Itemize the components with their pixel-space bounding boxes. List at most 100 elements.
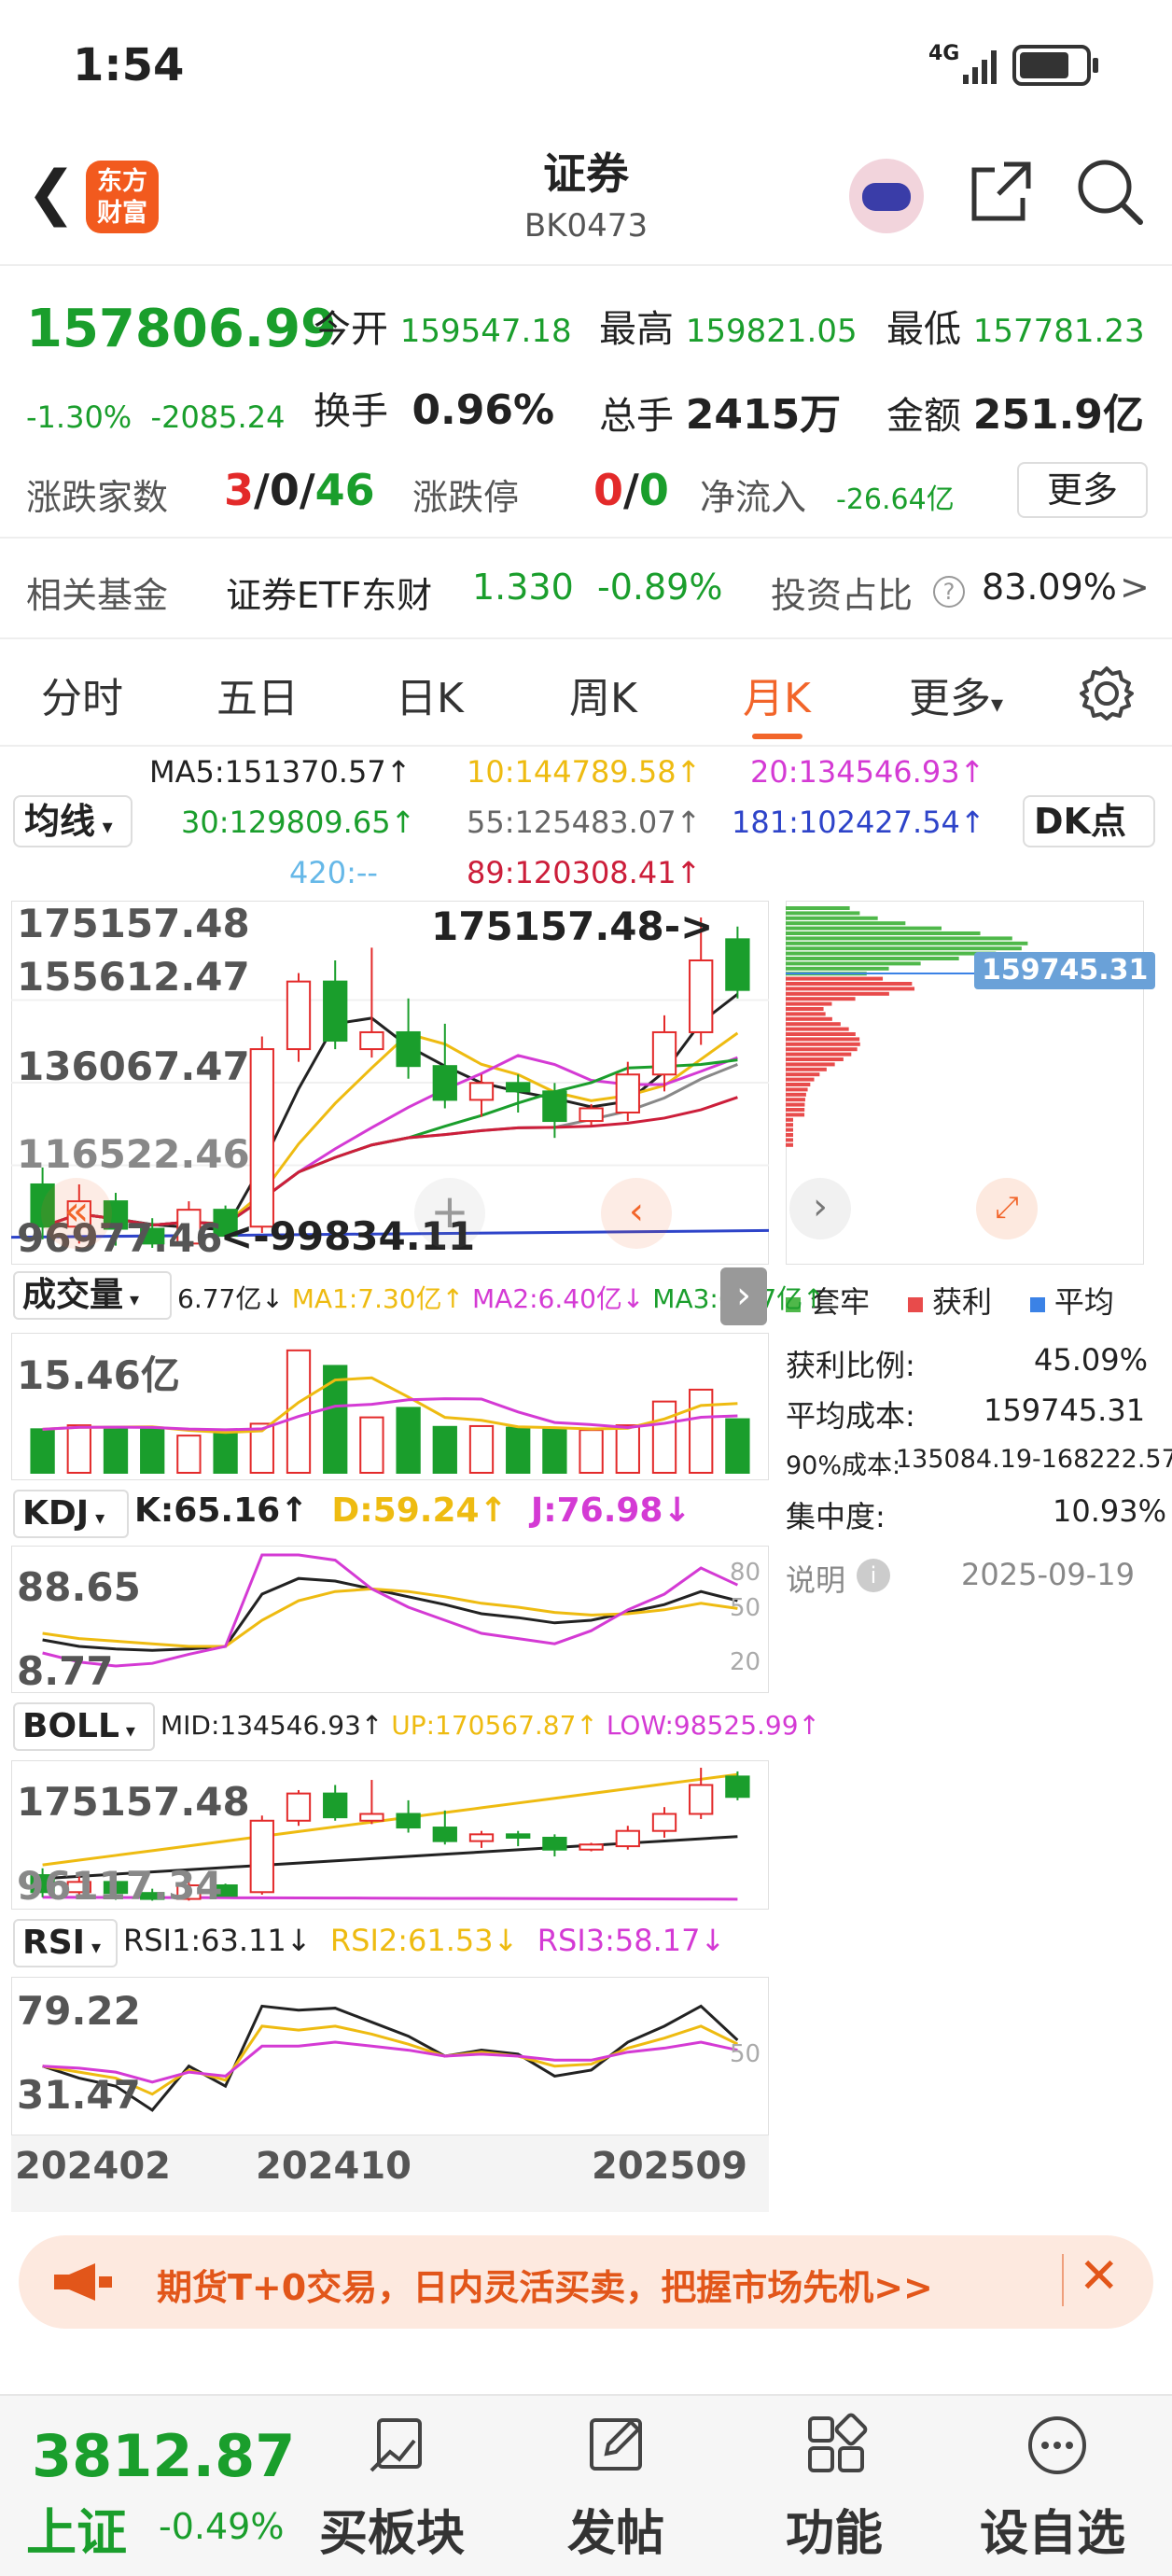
nav-buy-sector[interactable]: 买板块 bbox=[319, 2494, 465, 2564]
nav-post[interactable]: 发帖 bbox=[567, 2494, 664, 2564]
limit-values: 0/0 bbox=[593, 465, 669, 515]
zoom-out-icon[interactable]: ‹ bbox=[601, 1178, 672, 1249]
turnover-value: 0.96% bbox=[412, 386, 555, 434]
chip-bar bbox=[786, 1062, 835, 1067]
chip-bar bbox=[786, 1117, 793, 1122]
kdj-ref-20: 20 bbox=[730, 1648, 761, 1676]
info-icon[interactable]: i bbox=[857, 1559, 890, 1592]
close-icon[interactable]: ✕ bbox=[1079, 2248, 1120, 2304]
volume-selector[interactable]: 成交量 ▾ bbox=[13, 1271, 172, 1320]
ma55-value: 55:125483.07↑ bbox=[467, 805, 702, 840]
tab-daily-k[interactable]: 日K bbox=[396, 665, 464, 724]
boll-mid: MID:134546.93↑ bbox=[160, 1710, 384, 1741]
boll-y-bottom: 96117.34 bbox=[17, 1863, 223, 1909]
fund-price: 1.330 bbox=[472, 567, 574, 608]
expand-icon[interactable]: ⤢ bbox=[976, 1178, 1038, 1239]
index-name[interactable]: 上证 bbox=[26, 2491, 127, 2565]
current-price: 157806.99 bbox=[26, 299, 337, 359]
chip-bar bbox=[786, 1087, 808, 1092]
netflow-label: 净流入 bbox=[700, 477, 807, 518]
kline-y2: 155612.47 bbox=[17, 954, 250, 1000]
candle-body bbox=[725, 938, 750, 991]
fund-label: 相关基金 bbox=[26, 575, 169, 616]
share-icon[interactable] bbox=[969, 159, 1034, 224]
tab-weekly-k[interactable]: 周K bbox=[569, 665, 637, 724]
chip-bar bbox=[786, 982, 913, 986]
panel-toggle-icon[interactable]: › bbox=[720, 1267, 767, 1325]
volume-bar bbox=[103, 1425, 129, 1474]
boll-candle-body bbox=[432, 1827, 457, 1842]
crosshair-plus-icon[interactable]: + bbox=[414, 1178, 485, 1249]
high-label: 最高 bbox=[599, 308, 674, 351]
boll-selector[interactable]: BOLL ▾ bbox=[13, 1702, 155, 1751]
status-bar: 1:54 4G bbox=[0, 0, 1172, 131]
kdj-ref-50: 50 bbox=[730, 1594, 761, 1622]
volume-bar bbox=[66, 1424, 91, 1475]
boll-candle-body bbox=[359, 1813, 384, 1822]
related-fund-row[interactable]: 相关基金 证券ETF东财 1.330 -0.89% 投资占比 ? 83.09% … bbox=[0, 537, 1172, 639]
candle-body bbox=[651, 1030, 677, 1076]
ma-selector[interactable]: 均线 ▾ bbox=[13, 795, 133, 847]
flat-count: 0 bbox=[269, 465, 300, 515]
cost90-label: 90%成本: bbox=[786, 1451, 901, 1480]
volume-bar bbox=[506, 1426, 531, 1474]
promo-banner[interactable]: 期货T+0交易，日内灵活买卖，把握市场先机>> ✕ bbox=[19, 2235, 1153, 2329]
chip-bar bbox=[786, 921, 906, 926]
up-count: 3 bbox=[224, 465, 255, 515]
limit-up: 0 bbox=[593, 465, 624, 515]
tab-more-arrow: ▾ bbox=[991, 691, 1004, 719]
ma10-value: 10:144789.58↑ bbox=[467, 754, 702, 790]
chip-bar bbox=[786, 976, 884, 981]
low-label: 最低 bbox=[886, 308, 961, 351]
post-edit-icon bbox=[590, 2418, 642, 2471]
megaphone-icon bbox=[54, 2263, 112, 2301]
open-label: 今开 bbox=[314, 308, 388, 351]
volume-bar bbox=[213, 1432, 238, 1475]
gear-icon[interactable] bbox=[1078, 665, 1136, 722]
search-icon[interactable] bbox=[1075, 157, 1144, 226]
boll-candle-body bbox=[689, 1784, 714, 1815]
assistant-robot-icon[interactable] bbox=[849, 159, 924, 233]
chip-note-label[interactable]: 说明 bbox=[786, 1557, 845, 1600]
sector-icon bbox=[370, 2418, 422, 2472]
dk-point-button[interactable]: DK点 bbox=[1023, 795, 1155, 847]
candle-body bbox=[286, 980, 312, 1051]
breadth-values: 3/0/46 bbox=[224, 465, 375, 515]
boll-legend: MID:134546.93↑ UP:170567.87↑ LOW:98525.9… bbox=[160, 1710, 820, 1741]
chip-date: 2025-09-19 bbox=[961, 1557, 1135, 1592]
index-value[interactable]: 3812.87 bbox=[32, 2422, 295, 2490]
tab-intraday[interactable]: 分时 bbox=[41, 665, 123, 724]
help-icon[interactable]: ? bbox=[933, 576, 965, 608]
ratio-arrow: > bbox=[1120, 567, 1150, 608]
volume-selector-label: 成交量 bbox=[22, 1276, 124, 1314]
chip-bar bbox=[786, 906, 850, 910]
chip-bar bbox=[786, 1092, 806, 1097]
kline-max-marker: 175157.48-> bbox=[431, 903, 714, 949]
netflow-value: -26.64亿 bbox=[836, 483, 955, 516]
kdj-selector[interactable]: KDJ ▾ bbox=[13, 1490, 129, 1538]
more-button[interactable]: 更多 bbox=[1017, 462, 1148, 518]
scroll-left-icon[interactable]: « bbox=[41, 1178, 112, 1249]
chip-bar bbox=[786, 1001, 832, 1006]
nav-add-watchlist[interactable]: 设自选 bbox=[980, 2494, 1125, 2564]
chip-bar bbox=[786, 957, 959, 960]
tab-monthly-k[interactable]: 月K bbox=[743, 665, 811, 724]
ma-selector-label: 均线 bbox=[24, 801, 96, 842]
candle-body bbox=[468, 1082, 495, 1101]
candle-body bbox=[689, 959, 714, 1033]
tab-five-day[interactable]: 五日 bbox=[216, 665, 299, 724]
rsi-selector[interactable]: RSI ▾ bbox=[13, 1919, 118, 1967]
chip-prev-icon[interactable]: › bbox=[789, 1178, 851, 1239]
tab-more[interactable]: 更多▾ bbox=[909, 665, 1003, 724]
chip-bar bbox=[786, 916, 878, 920]
volume-bar bbox=[689, 1388, 714, 1475]
amount-row: 金额 251.9亿 bbox=[886, 381, 1144, 441]
kline-y4: 116522.46 bbox=[17, 1131, 250, 1177]
chip-bar bbox=[786, 1102, 805, 1107]
candle-body bbox=[396, 1030, 421, 1068]
volume-value: 2415万 bbox=[685, 391, 842, 439]
nav-functions[interactable]: 功能 bbox=[786, 2494, 883, 2564]
boll-candle-body bbox=[506, 1833, 531, 1839]
battery-icon bbox=[1012, 45, 1098, 86]
chip-bar bbox=[786, 1133, 793, 1137]
